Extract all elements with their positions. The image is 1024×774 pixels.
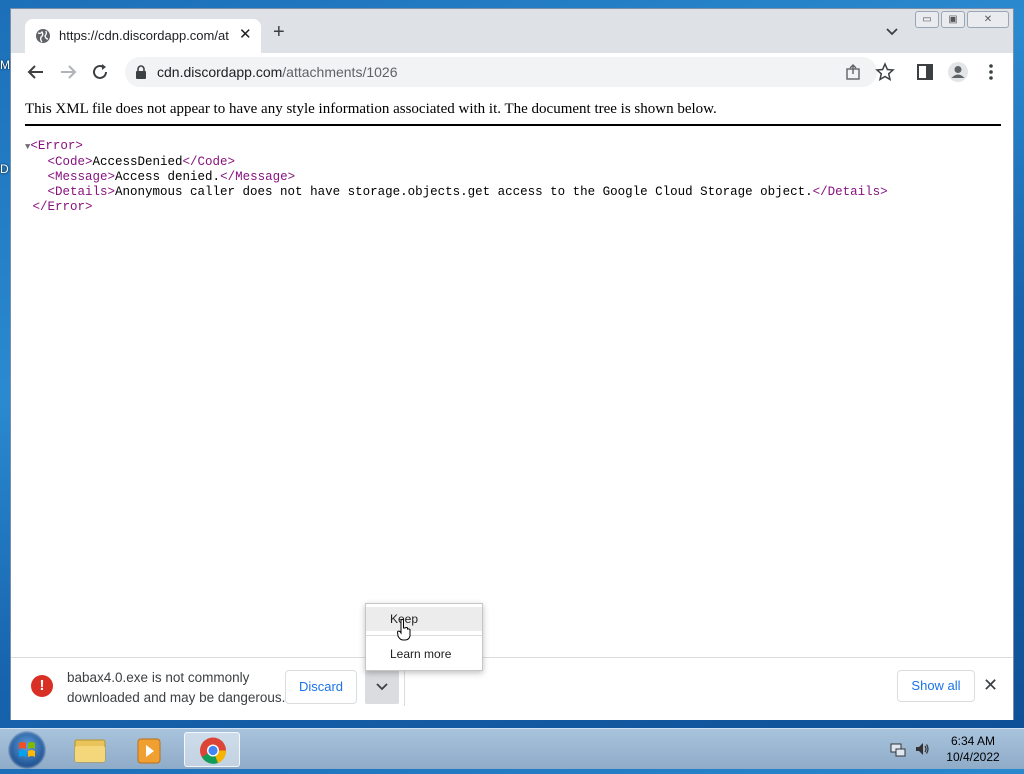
desktop-icon-label-d: D (0, 162, 9, 176)
forward-arrow-icon[interactable] (57, 61, 79, 83)
volume-icon[interactable] (914, 741, 930, 757)
menu-item-learn-more-label: Learn more (390, 647, 452, 661)
tab-active[interactable]: https://cdn.discordapp.com/attachments/1… (25, 19, 261, 53)
download-bar-close-icon[interactable]: ✕ (983, 676, 998, 694)
xml-message-close: </Message> (220, 170, 296, 184)
taskbar-chrome[interactable] (184, 732, 240, 767)
download-warning-text: babax4.0.exe is not commonly downloaded … (67, 668, 285, 708)
network-icon[interactable] (890, 741, 906, 757)
xml-error-close: </Error> (32, 200, 93, 214)
back-arrow-icon[interactable] (25, 61, 47, 83)
tab-close-icon[interactable]: ✕ (239, 25, 252, 43)
xml-details-open: <Details> (47, 185, 116, 199)
danger-warning-icon: ! (31, 675, 53, 697)
xml-tree: ▼<Error> <Code>AccessDenied</Code> <Mess… (25, 139, 888, 215)
menu-separator (366, 635, 482, 636)
bookmark-star-icon[interactable] (875, 62, 895, 82)
url-text: cdn.discordapp.com/attachments/1026 (157, 64, 397, 80)
download-context-menu: Keep Learn more (365, 603, 483, 671)
xml-details-close: </Details> (812, 185, 888, 199)
xml-style-notice: This XML file does not appear to have an… (25, 101, 1001, 126)
new-tab-button[interactable]: + (273, 22, 285, 42)
url-host: cdn.discordapp.com (157, 64, 283, 80)
xml-error-open: <Error> (30, 139, 83, 153)
xml-code-value: AccessDenied (92, 155, 183, 169)
discard-button[interactable]: Discard (285, 670, 357, 704)
maximize-button[interactable]: ▣ (941, 11, 965, 28)
windows-logo-icon (19, 742, 35, 757)
menu-item-learn-more[interactable]: Learn more (366, 642, 482, 666)
mouse-cursor-hand-icon (397, 619, 411, 641)
window-controls: ▭ ▣ ✕ (915, 11, 1009, 29)
url-path: /attachments/1026 (282, 64, 398, 80)
browser-toolbar: cdn.discordapp.com/attachments/1026 (11, 53, 1013, 91)
start-button[interactable] (8, 731, 46, 769)
globe-icon (36, 29, 50, 43)
show-all-button[interactable]: Show all (897, 670, 975, 702)
desktop-icon-label-m: M (0, 58, 10, 72)
taskbar-media-player[interactable] (122, 732, 178, 767)
taskbar: 6:34 AM 10/4/2022 (0, 728, 1024, 769)
reload-icon[interactable] (89, 61, 111, 83)
browser-window: https://cdn.discordapp.com/attachments/1… (10, 8, 1014, 720)
tab-search-chevron-icon[interactable] (885, 25, 899, 39)
download-warning-line2: downloaded and may be dangerous. (67, 690, 286, 705)
menu-item-keep[interactable]: Keep (366, 607, 482, 631)
xml-details-value: Anonymous caller does not have storage.o… (115, 185, 813, 199)
download-bar: ! babax4.0.exe is not commonly downloade… (11, 657, 1013, 720)
profile-avatar-icon[interactable] (947, 61, 969, 83)
share-icon[interactable] (845, 64, 861, 80)
clock-time: 6:34 AM (950, 734, 996, 748)
download-bar-divider (404, 670, 405, 706)
address-bar[interactable]: cdn.discordapp.com/attachments/1026 (125, 57, 877, 87)
clock-date: 10/4/2022 (946, 750, 1000, 764)
minimize-button[interactable]: ▭ (915, 11, 939, 28)
download-warning-line1: babax4.0.exe is not commonly (67, 670, 250, 685)
menu-kebab-icon[interactable] (981, 62, 1001, 82)
tab-strip: https://cdn.discordapp.com/attachments/1… (11, 9, 1013, 53)
xml-message-open: <Message> (47, 170, 116, 184)
tab-title: https://cdn.discordapp.com/attachments/1… (59, 28, 229, 43)
close-window-button[interactable]: ✕ (967, 11, 1009, 28)
folder-icon (74, 739, 106, 763)
system-clock[interactable]: 6:34 AM 10/4/2022 (940, 733, 1006, 765)
download-options-button[interactable] (365, 670, 399, 704)
chevron-down-icon (376, 683, 388, 691)
lock-icon[interactable] (135, 65, 147, 79)
chrome-icon (200, 737, 227, 764)
xml-message-value: Access denied. (115, 170, 221, 184)
media-player-icon (137, 738, 161, 764)
xml-code-open: <Code> (47, 155, 93, 169)
taskbar-explorer[interactable] (62, 732, 118, 767)
xml-code-close: </Code> (182, 155, 236, 169)
side-panel-icon[interactable] (915, 62, 935, 82)
